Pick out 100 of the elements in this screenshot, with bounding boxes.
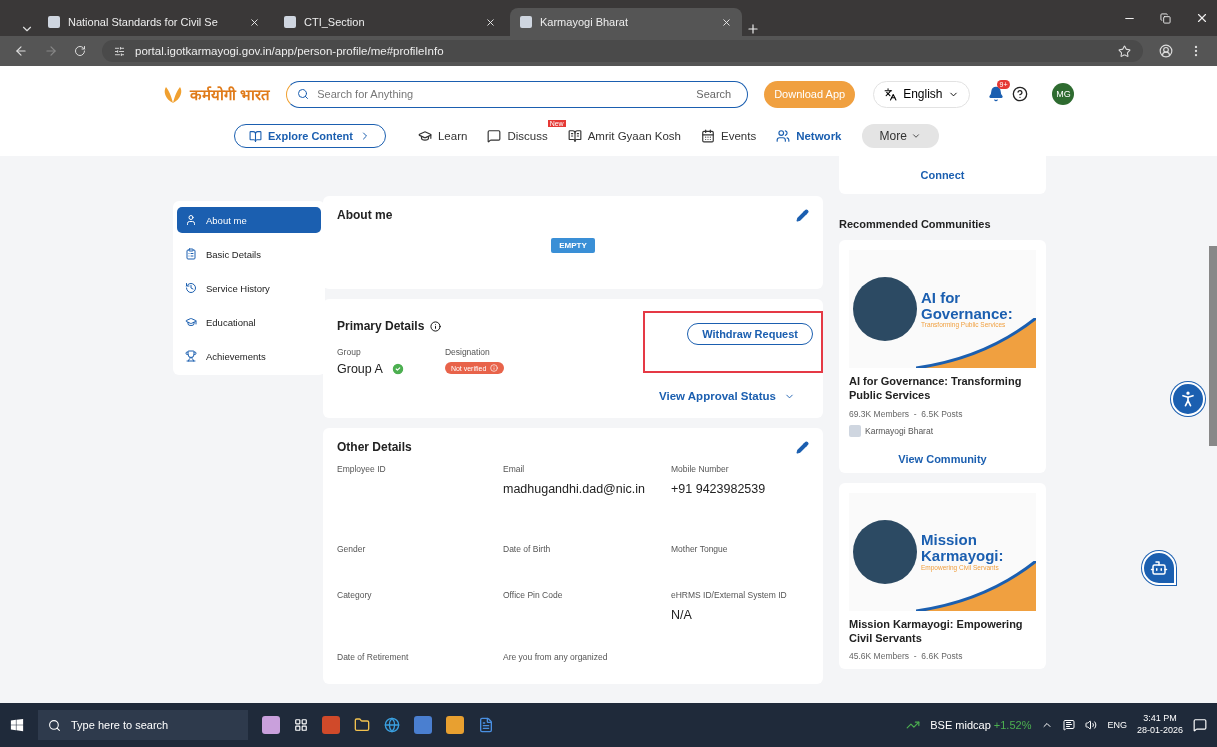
- book-icon: [249, 129, 262, 143]
- user-icon: [185, 214, 197, 226]
- explore-content-button[interactable]: Explore Content: [234, 124, 386, 148]
- field-label: Designation: [444, 347, 491, 357]
- sidebar-item[interactable]: Service History: [177, 275, 321, 301]
- browser-tab[interactable]: National Standards for Civil Se: [38, 8, 270, 36]
- document-app-icon[interactable]: [478, 717, 494, 733]
- new-tab-icon[interactable]: [746, 22, 760, 36]
- edit-icon[interactable]: [796, 440, 809, 454]
- folder-icon[interactable]: [354, 717, 370, 733]
- chatbot-button[interactable]: [1142, 551, 1176, 585]
- browser-tab[interactable]: CTI_Section: [274, 8, 506, 36]
- provider-logo-icon: [849, 424, 861, 437]
- nav-link[interactable]: Network: [776, 129, 842, 143]
- nav-link[interactable]: Events: [700, 129, 757, 143]
- field-value: N/A: [671, 608, 693, 622]
- community-stats: 45.6K Members - 6.6K Posts: [849, 651, 964, 662]
- view-approval-status-link[interactable]: View Approval Status: [659, 390, 795, 402]
- nav-link[interactable]: Discuss: [487, 129, 548, 143]
- robot-icon: [1150, 559, 1168, 577]
- field-value: madhugandhi.dad@nic.in: [503, 482, 646, 496]
- more-button[interactable]: More: [861, 124, 939, 148]
- site-settings-icon[interactable]: [114, 45, 125, 57]
- field-label: Email: [503, 464, 526, 474]
- trophy-icon: [185, 350, 197, 362]
- empty-sign: EMPTY: [551, 238, 595, 253]
- nav-link[interactable]: Learn: [417, 129, 468, 143]
- star-icon[interactable]: [1118, 44, 1131, 58]
- withdraw-request-button[interactable]: Withdraw Request: [687, 322, 813, 345]
- field-label: Category: [337, 590, 373, 600]
- notifications-icon[interactable]: [1193, 718, 1207, 732]
- section-title: Primary Details: [337, 319, 425, 333]
- profile-icon[interactable]: [1159, 44, 1173, 58]
- network-icon[interactable]: [1063, 719, 1076, 731]
- field-value: Group A: [337, 362, 383, 376]
- browser-tab[interactable]: Karmayogi Bharat: [510, 8, 742, 36]
- connect-link[interactable]: Connect: [920, 169, 965, 181]
- sidebar-item[interactable]: About me: [177, 207, 321, 233]
- info-icon[interactable]: [430, 320, 442, 332]
- clipboard-icon: [185, 248, 197, 260]
- search-button[interactable]: Search: [690, 87, 738, 101]
- section-title: Recommended Communities: [839, 218, 992, 230]
- scrollbar-thumb[interactable]: [1209, 246, 1217, 446]
- taskbar-search-field[interactable]: Type here to search: [69, 718, 229, 732]
- chat-icon: [487, 129, 502, 143]
- sidebar-item[interactable]: Basic Details: [177, 241, 321, 267]
- address-bar[interactable]: portal.igotkarmayogi.gov.in/app/person-profile/me#profileInfo: [102, 40, 1143, 62]
- field-value: +91 9423982539: [671, 482, 767, 496]
- browser-icon[interactable]: [384, 717, 400, 733]
- translate-icon: [884, 87, 898, 101]
- task-view-icon[interactable]: [294, 718, 308, 732]
- view-community-link[interactable]: View Community: [898, 452, 987, 465]
- graduation-cap-icon: [185, 316, 197, 328]
- back-icon[interactable]: [14, 44, 28, 58]
- close-icon[interactable]: [1195, 11, 1209, 25]
- favicon-icon: [520, 16, 532, 28]
- close-icon[interactable]: [721, 16, 732, 28]
- community-stats: 69.3K Members - 6.5K Posts: [849, 408, 964, 419]
- field-label: Date of Retirement: [337, 652, 410, 662]
- section-title: About me: [337, 208, 393, 222]
- section-title: Other Details: [337, 440, 412, 454]
- caret-icon: [910, 131, 921, 141]
- language-indicator[interactable]: ENG: [1107, 720, 1127, 730]
- sidebar-item[interactable]: Educational: [177, 309, 321, 335]
- help-icon[interactable]: [1012, 86, 1029, 102]
- language-select[interactable]: English: [873, 80, 971, 108]
- field-label: Gender: [337, 544, 367, 554]
- bell-icon[interactable]: [988, 86, 1005, 102]
- field-label: Are you from any organized: [503, 652, 609, 662]
- field-label: Mother Tongue: [671, 544, 729, 554]
- graduation-cap-icon: [417, 129, 432, 143]
- book-icon: [567, 129, 582, 143]
- clock[interactable]: 3:41 PM 28-01-2026: [1136, 713, 1183, 737]
- windows-start-icon[interactable]: [10, 718, 24, 732]
- volume-icon[interactable]: [1085, 719, 1098, 731]
- history-icon: [185, 282, 197, 294]
- close-icon[interactable]: [485, 16, 496, 28]
- field-label: eHRMS ID/External System ID: [671, 590, 788, 600]
- taskbar-search-box[interactable]: Type here to search: [38, 710, 248, 740]
- reload-icon[interactable]: [74, 45, 86, 57]
- calendar-icon: [700, 129, 715, 143]
- user-avatar[interactable]: MG: [1052, 83, 1075, 105]
- favicon-icon: [48, 16, 60, 28]
- edit-icon[interactable]: [796, 208, 809, 222]
- field-label: Employee ID: [337, 464, 387, 474]
- sidebar-item[interactable]: Achievements: [177, 343, 321, 369]
- stock-ticker[interactable]: BSE midcap +1.52%: [930, 719, 1032, 731]
- nav-link[interactable]: Amrit Gyaan Kosh: [567, 129, 681, 143]
- field-label: Mobile Number: [671, 464, 730, 474]
- people-icon: [776, 129, 791, 143]
- community-name: AI for Governance: Transforming Public Services: [849, 374, 1023, 403]
- close-icon[interactable]: [249, 16, 260, 28]
- accessibility-button[interactable]: [1171, 382, 1205, 416]
- logo-text: कर्मयोगी भारत: [190, 85, 271, 104]
- search-icon: [48, 718, 61, 732]
- provider-name: Karmayogi Bharat: [865, 425, 934, 436]
- info-icon: [490, 364, 499, 372]
- restore-icon[interactable]: [1160, 12, 1171, 24]
- favicon-icon: [284, 16, 296, 28]
- community-name: Mission Karmayogi: Empowering Civil Servants: [849, 616, 1024, 646]
